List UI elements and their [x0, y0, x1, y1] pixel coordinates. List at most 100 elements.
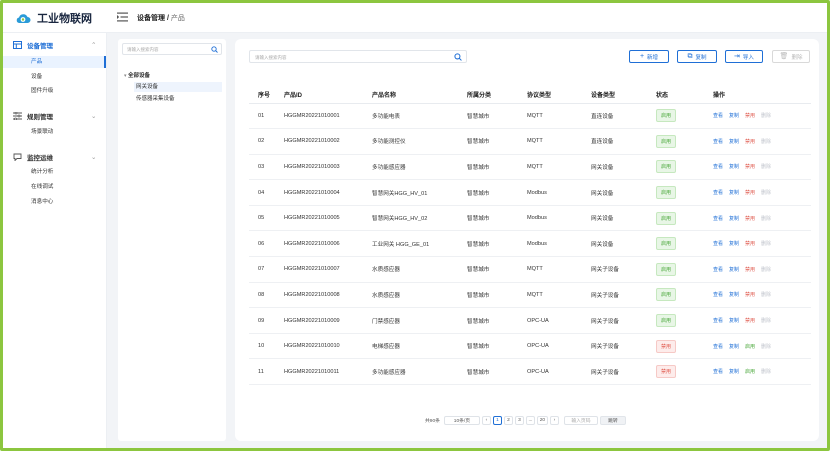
disable-link[interactable]: 禁用	[745, 138, 755, 145]
copy-link[interactable]: 复制	[729, 291, 739, 298]
table-row: 11 HGGMR20221010011 多功能感应器 智慧城市 OPC-UA 网关子设备禁…	[249, 358, 811, 386]
col-category: 所属分类	[467, 87, 527, 104]
copy-link[interactable]: 复制	[729, 112, 739, 119]
delete-link[interactable]: 删除	[761, 163, 771, 170]
page-ellipsis[interactable]: ...	[525, 415, 535, 425]
delete-link[interactable]: 删除	[761, 291, 771, 298]
row-status-cell: 启用	[656, 103, 713, 130]
disable-link[interactable]: 禁用	[745, 266, 755, 273]
view-link[interactable]: 查看	[713, 368, 723, 375]
tree-node-all[interactable]: ▾ 全部设备	[124, 71, 220, 81]
page-3[interactable]: 3	[514, 415, 524, 425]
logo[interactable]: 工业物联网	[15, 9, 107, 27]
status-badge: 启用	[656, 237, 677, 251]
page-20[interactable]: 20	[536, 415, 548, 425]
search-icon[interactable]	[211, 46, 218, 53]
disable-link[interactable]: 禁用	[745, 215, 755, 222]
row-actions: 查看 复制 禁用 删除	[713, 307, 811, 334]
tree-node-gateway[interactable]: 网关设备	[134, 82, 222, 92]
sidebar-group-rule[interactable]: 规则管理 ⌄	[13, 111, 96, 121]
copy-link[interactable]: 复制	[729, 163, 739, 170]
goto-button[interactable]: 跳转	[599, 415, 626, 425]
view-link[interactable]: 查看	[713, 317, 723, 324]
delete-link[interactable]: 删除	[761, 215, 771, 222]
page-size-select[interactable]: 10条/页	[443, 415, 480, 425]
next-page-button[interactable]: ›	[549, 415, 559, 425]
view-link[interactable]: 查看	[713, 215, 723, 222]
row-device-type: 直连设备	[591, 128, 656, 155]
sidebar-group-label: 设备管理	[27, 43, 53, 50]
import-button[interactable]: ⇥ 导入	[725, 50, 763, 63]
view-link[interactable]: 查看	[713, 189, 723, 196]
delete-link[interactable]: 删除	[761, 266, 771, 273]
copy-link[interactable]: 复制	[729, 189, 739, 196]
sidebar-item-stats[interactable]: 统计分析	[3, 166, 106, 178]
delete-label: 删除	[791, 54, 803, 61]
product-search-input[interactable]: 请输入搜索内容	[249, 50, 467, 63]
view-link[interactable]: 查看	[713, 291, 723, 298]
copy-link[interactable]: 复制	[729, 138, 739, 145]
prev-page-button[interactable]: ‹	[481, 415, 491, 425]
delete-link[interactable]: 删除	[761, 317, 771, 324]
col-protocol: 协议类型	[527, 87, 591, 104]
row-actions: 查看 复制 启用 删除	[713, 333, 811, 360]
view-link[interactable]: 查看	[713, 343, 723, 350]
sidebar-item-firmware[interactable]: 固件升级	[3, 85, 106, 97]
view-link[interactable]: 查看	[713, 266, 723, 273]
copy-link[interactable]: 复制	[729, 240, 739, 247]
page-2[interactable]: 2	[503, 415, 513, 425]
view-link[interactable]: 查看	[713, 163, 723, 170]
search-icon[interactable]	[454, 53, 462, 61]
copy-link[interactable]: 复制	[729, 266, 739, 273]
sidebar-group-monitor[interactable]: 监控运维 ⌄	[13, 152, 96, 162]
view-link[interactable]: 查看	[713, 138, 723, 145]
sidebar-item-debug[interactable]: 在线调试	[3, 181, 106, 193]
page-1[interactable]: 1	[492, 415, 502, 425]
row-product-id: HGGMR20221010010	[284, 333, 372, 360]
disable-link[interactable]: 禁用	[745, 240, 755, 247]
copy-button[interactable]: ⧉ 复制	[677, 50, 717, 63]
add-button[interactable]: + 新增	[629, 50, 669, 63]
copy-link[interactable]: 复制	[729, 368, 739, 375]
view-link[interactable]: 查看	[713, 112, 723, 119]
goto-page-input[interactable]: 输入页码	[563, 415, 598, 425]
delete-button[interactable]: 🗑 删除	[772, 50, 810, 63]
row-actions: 查看 复制 禁用 删除	[713, 230, 811, 258]
breadcrumb-parent[interactable]: 设备管理	[137, 15, 165, 22]
row-status-cell: 启用	[656, 179, 713, 206]
delete-link[interactable]: 删除	[761, 343, 771, 350]
table-row: 08 HGGMR20221010008 水质感应器 智慧城市 MQTT 网关子设备 启用 查看…	[249, 282, 811, 309]
disable-link[interactable]: 禁用	[745, 291, 755, 298]
sidebar-item-product[interactable]: 产品	[3, 56, 106, 68]
row-protocol: MQTT	[527, 103, 591, 130]
disable-link[interactable]: 禁用	[745, 112, 755, 119]
copy-link[interactable]: 复制	[729, 215, 739, 222]
delete-link[interactable]: 删除	[761, 112, 771, 119]
enable-link[interactable]: 启用	[745, 368, 755, 375]
delete-link[interactable]: 删除	[761, 189, 771, 196]
cloud-logo-icon	[16, 14, 31, 23]
disable-link[interactable]: 禁用	[745, 163, 755, 170]
copy-link[interactable]: 复制	[729, 317, 739, 324]
row-actions: 查看 复制 禁用 删除	[713, 282, 811, 309]
row-category: 智慧城市	[467, 179, 527, 206]
sidebar-group-device[interactable]: 设备管理 ⌃	[13, 40, 96, 50]
sidebar-item-device[interactable]: 设备	[3, 71, 106, 83]
sidebar-item-scene[interactable]: 场景联动	[3, 126, 106, 138]
disable-link[interactable]: 禁用	[745, 317, 755, 324]
sidebar-item-messages[interactable]: 消息中心	[3, 196, 106, 208]
enable-link[interactable]: 启用	[745, 343, 755, 350]
row-status-cell: 启用	[656, 307, 713, 334]
row-device-type: 网关设备	[591, 179, 656, 206]
delete-link[interactable]: 删除	[761, 138, 771, 145]
rule-icon	[13, 112, 22, 120]
tree-node-sensor[interactable]: 传感器采集设备	[134, 94, 222, 104]
sidebar-group-label: 监控运维	[27, 155, 53, 162]
menu-fold-icon[interactable]	[117, 12, 128, 22]
tree-search-input[interactable]: 请输入搜索内容	[122, 43, 222, 55]
view-link[interactable]: 查看	[713, 240, 723, 247]
copy-link[interactable]: 复制	[729, 343, 739, 350]
delete-link[interactable]: 删除	[761, 368, 771, 375]
disable-link[interactable]: 禁用	[745, 189, 755, 196]
delete-link[interactable]: 删除	[761, 240, 771, 247]
